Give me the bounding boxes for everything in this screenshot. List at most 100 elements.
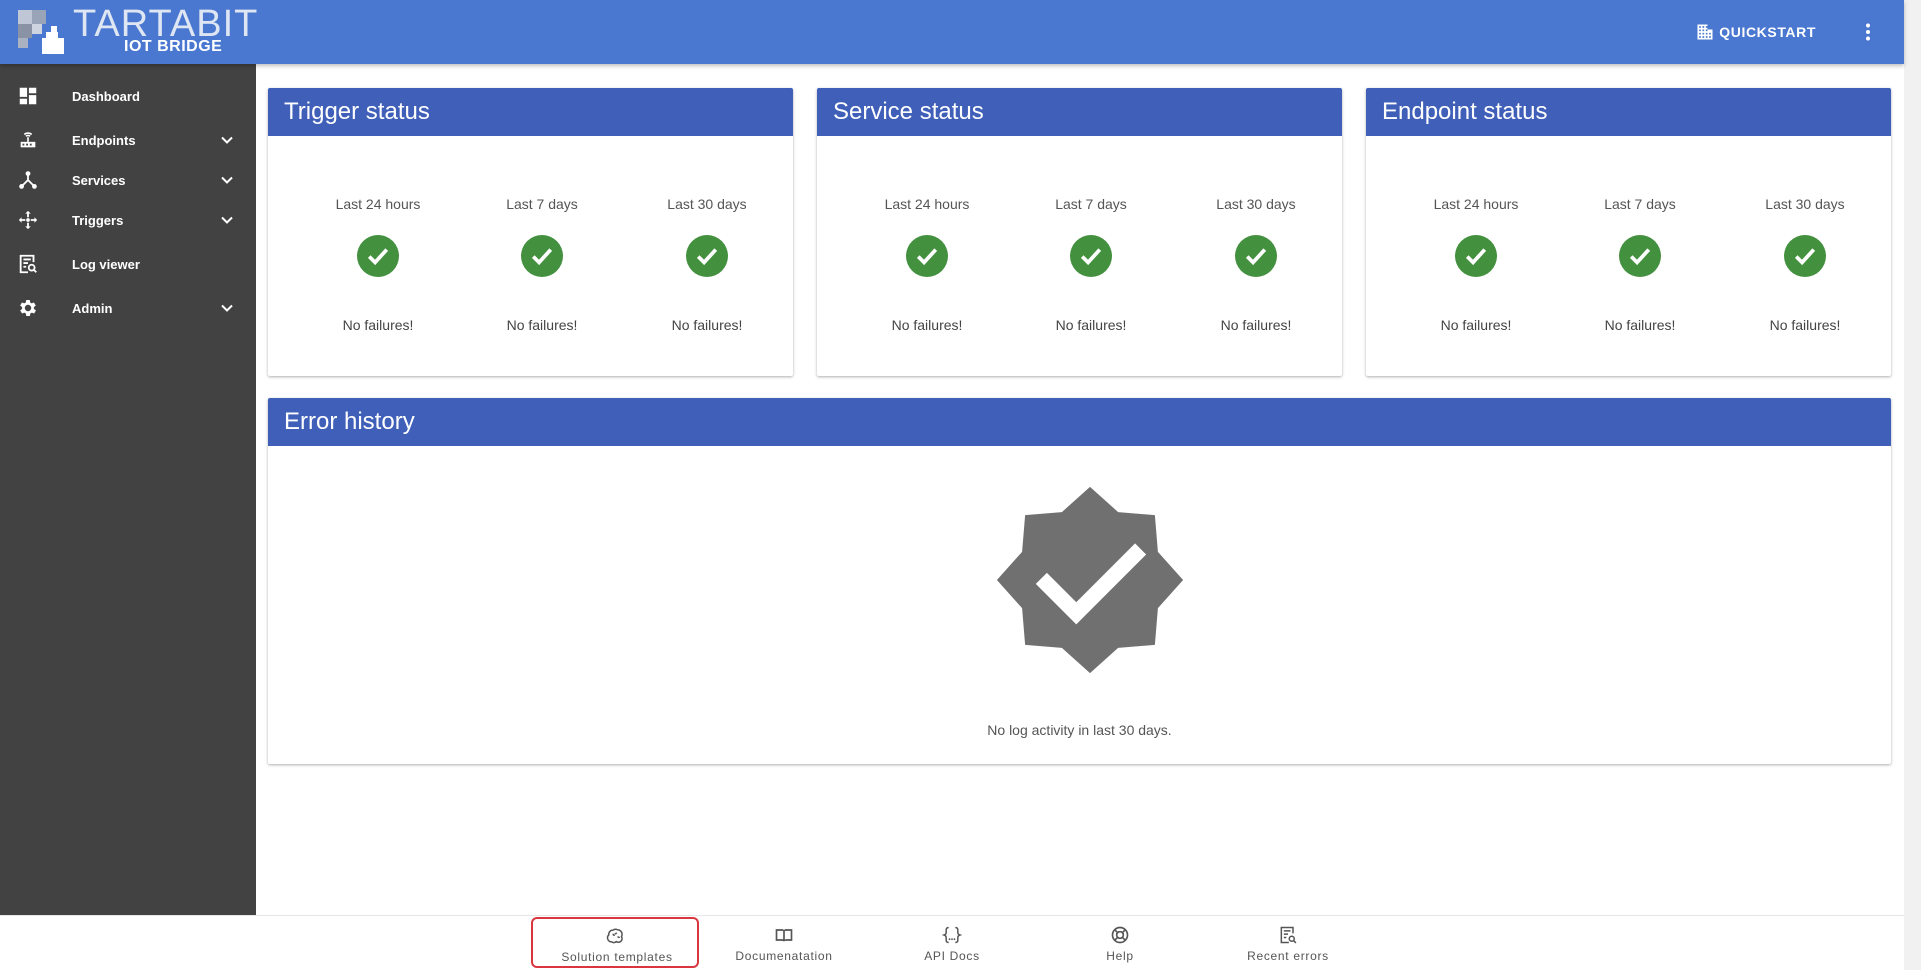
more-menu-button[interactable]: [1856, 20, 1880, 44]
check-circle-icon: [686, 235, 728, 277]
period-label: Last 30 days: [1765, 196, 1845, 212]
bottom-nav-recent-errors[interactable]: Recent errors: [1204, 916, 1372, 970]
status-message: No failures!: [671, 317, 743, 333]
bottom-nav-label: Solution templates: [561, 950, 673, 964]
status-message: No failures!: [1769, 317, 1841, 333]
status-column: Last 24 hours No failures!: [847, 136, 1007, 333]
period-label: Last 30 days: [1216, 196, 1296, 212]
sidebar-item-label: Triggers: [72, 212, 124, 228]
period-label: Last 24 hours: [1433, 196, 1519, 212]
book-icon: [775, 929, 793, 942]
status-column: Last 7 days No failures!: [1560, 136, 1720, 333]
sidebar-item-label: Endpoints: [72, 132, 136, 148]
check-circle-icon: [357, 235, 399, 277]
gear-icon: [16, 296, 40, 320]
quickstart-label: QUICKSTART: [1719, 24, 1816, 40]
check-circle-icon: [1784, 235, 1826, 277]
chevron-down-icon[interactable]: [215, 208, 239, 232]
history-message: No log activity in last 30 days.: [987, 722, 1172, 738]
sidebar-item-label: Log viewer: [72, 256, 140, 272]
status-message: No failures!: [1055, 317, 1127, 333]
verified-badge-icon: [996, 486, 1184, 674]
bottom-nav-label: Recent errors: [1247, 949, 1329, 963]
status-message: No failures!: [1220, 317, 1292, 333]
router-icon: [16, 128, 40, 152]
trigger-status-card: Trigger status Last 24 hours No failures…: [268, 88, 793, 376]
report-search-icon: [1280, 926, 1297, 944]
period-label: Last 7 days: [506, 196, 578, 212]
sidebar-item-log-viewer[interactable]: Log viewer: [0, 244, 256, 284]
bottom-nav-label: Help: [1106, 949, 1134, 963]
chevron-down-icon[interactable]: [215, 168, 239, 192]
status-column: Last 30 days No failures!: [627, 136, 787, 333]
status-message: No failures!: [506, 317, 578, 333]
main-content: Trigger status Last 24 hours No failures…: [256, 64, 1904, 915]
status-column: Last 7 days No failures!: [462, 136, 622, 333]
sidebar-item-services[interactable]: Services: [0, 160, 256, 200]
status-column: Last 30 days No failures!: [1725, 136, 1885, 333]
bottom-nav-label: Documenatation: [735, 949, 833, 963]
check-circle-icon: [906, 235, 948, 277]
card-title: Trigger status: [268, 88, 793, 136]
check-circle-icon: [521, 235, 563, 277]
status-message: No failures!: [1440, 317, 1512, 333]
window-scrollbar[interactable]: [1904, 0, 1921, 970]
sidebar-item-label: Admin: [72, 300, 113, 316]
period-label: Last 24 hours: [335, 196, 421, 212]
status-message: No failures!: [1604, 317, 1676, 333]
hub-icon: [16, 168, 40, 192]
log-search-icon: [16, 252, 40, 276]
bottom-nav-api-docs[interactable]: API Docs: [868, 916, 1036, 970]
logo-subtitle: IOT BRIDGE: [124, 38, 223, 55]
logo-mark-icon: [18, 10, 64, 54]
period-label: Last 7 days: [1055, 196, 1127, 212]
top-app-bar: TARTABIT IOT BRIDGE QUICKSTART: [0, 0, 1904, 64]
period-label: Last 7 days: [1604, 196, 1676, 212]
service-status-card: Service status Last 24 hours No failures…: [817, 88, 1342, 376]
sidebar-item-triggers[interactable]: Triggers: [0, 200, 256, 240]
endpoint-status-card: Endpoint status Last 24 hours No failure…: [1366, 88, 1891, 376]
status-column: Last 30 days No failures!: [1176, 136, 1336, 333]
bottom-nav-solution-templates[interactable]: Solution templates: [531, 917, 699, 968]
building-icon: [1697, 24, 1713, 40]
card-title: Service status: [817, 88, 1342, 136]
sidebar-item-admin[interactable]: Admin: [0, 288, 256, 328]
dots-vertical-icon: [1866, 23, 1870, 41]
status-columns: Last 24 hours No failures! Last 7 days N…: [268, 136, 793, 376]
status-column: Last 24 hours No failures!: [1396, 136, 1556, 333]
code-braces-icon: [942, 926, 962, 944]
sidebar-item-endpoints[interactable]: Endpoints: [0, 120, 256, 160]
bottom-navigation: Solution templates Documenatation API Do…: [0, 915, 1904, 970]
error-history-body: No log activity in last 30 days.: [268, 446, 1891, 764]
arrows-icon: [16, 208, 40, 232]
dashboard-icon: [16, 84, 40, 108]
card-title: Error history: [268, 398, 1891, 446]
lifebuoy-icon: [1111, 926, 1129, 944]
sidebar: Dashboard Endpoints Services Triggers Lo…: [0, 64, 256, 915]
period-label: Last 24 hours: [884, 196, 970, 212]
logo[interactable]: TARTABIT IOT BRIDGE: [18, 4, 268, 58]
sidebar-item-label: Dashboard: [72, 88, 140, 104]
sidebar-item-label: Services: [72, 172, 126, 188]
chevron-down-icon[interactable]: [215, 296, 239, 320]
status-column: Last 24 hours No failures!: [298, 136, 458, 333]
bottom-nav-help[interactable]: Help: [1036, 916, 1204, 970]
check-circle-icon: [1235, 235, 1277, 277]
status-columns: Last 24 hours No failures! Last 7 days N…: [1366, 136, 1891, 376]
check-circle-icon: [1619, 235, 1661, 277]
card-title: Endpoint status: [1366, 88, 1891, 136]
bottom-nav-label: API Docs: [924, 949, 980, 963]
status-message: No failures!: [891, 317, 963, 333]
period-label: Last 30 days: [667, 196, 747, 212]
brain-icon: [606, 928, 623, 944]
chevron-down-icon[interactable]: [215, 128, 239, 152]
app-root: TARTABIT IOT BRIDGE QUICKSTART Dashboard…: [0, 0, 1921, 970]
status-message: No failures!: [342, 317, 414, 333]
quickstart-button[interactable]: QUICKSTART: [1695, 20, 1816, 44]
check-circle-icon: [1070, 235, 1112, 277]
bottom-nav-documentation[interactable]: Documenatation: [700, 916, 868, 970]
sidebar-item-dashboard[interactable]: Dashboard: [0, 76, 256, 116]
check-circle-icon: [1455, 235, 1497, 277]
error-history-card: Error history No log activity in last 30…: [268, 398, 1891, 764]
status-columns: Last 24 hours No failures! Last 7 days N…: [817, 136, 1342, 376]
